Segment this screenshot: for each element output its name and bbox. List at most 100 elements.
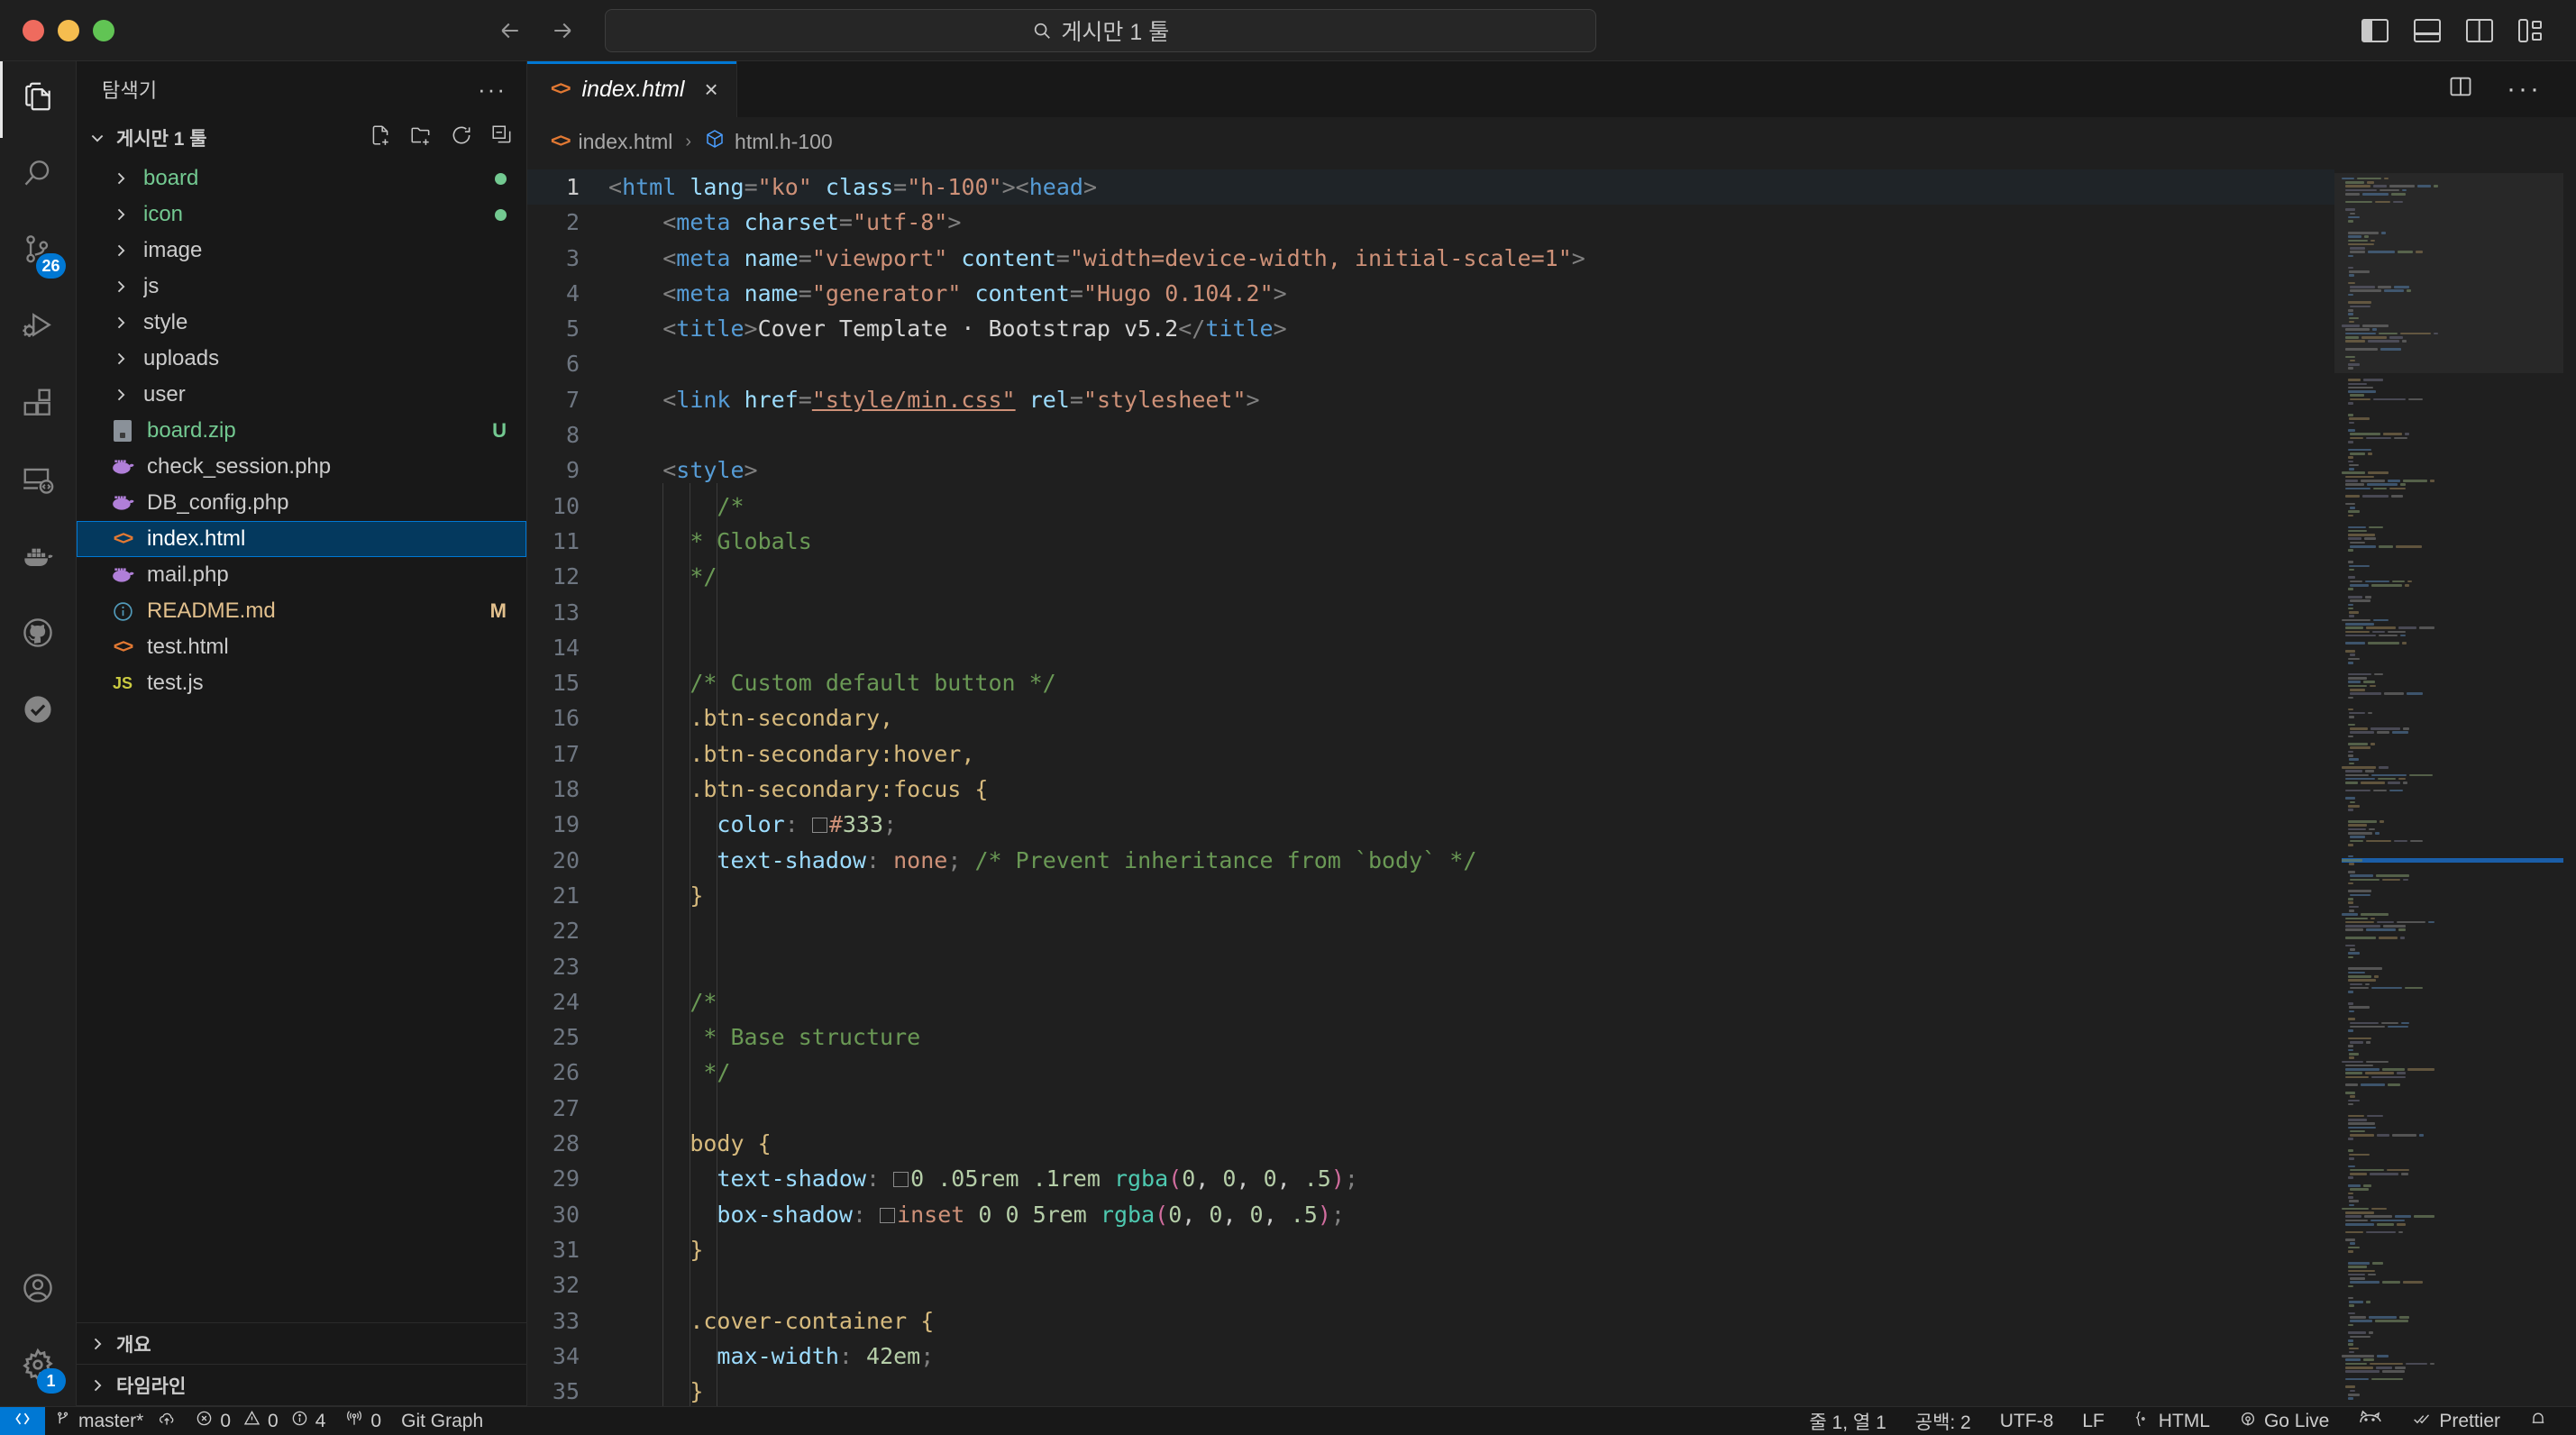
activity-bar-item-remote-explorer[interactable] bbox=[0, 444, 77, 521]
tree-item-icon[interactable]: icon bbox=[77, 197, 526, 233]
tree-item-js[interactable]: js bbox=[77, 269, 526, 305]
tree-item-readme-md[interactable]: README.md M bbox=[77, 593, 526, 629]
activity-bar-item-search[interactable] bbox=[0, 138, 77, 215]
code-line[interactable]: 2 <meta charset="utf-8"> bbox=[527, 205, 2334, 240]
close-icon[interactable]: × bbox=[704, 76, 717, 104]
toggle-panel-icon[interactable] bbox=[2413, 18, 2441, 42]
tree-item-image[interactable]: image bbox=[77, 233, 526, 269]
code-line[interactable]: 14 bbox=[527, 624, 2334, 665]
code-line[interactable]: 25 * Base structure bbox=[527, 1014, 2334, 1055]
code-line[interactable]: 21 } bbox=[527, 872, 2334, 913]
code-line[interactable]: 1 <html lang="ko" class="h-100"><head> bbox=[527, 169, 2334, 206]
toggle-primary-sidebar-icon[interactable] bbox=[2361, 18, 2389, 42]
code-line[interactable]: 24 /* bbox=[527, 978, 2334, 1019]
tree-item-uploads[interactable]: uploads bbox=[77, 341, 526, 377]
activity-bar-item-docker[interactable] bbox=[0, 521, 77, 598]
activity-bar-item-testing[interactable] bbox=[0, 674, 77, 751]
tree-item-board-zip[interactable]: board.zip U bbox=[77, 413, 526, 449]
toggle-secondary-sidebar-icon[interactable] bbox=[2465, 18, 2493, 42]
collapse-all-icon[interactable] bbox=[490, 123, 514, 152]
tree-item-board[interactable]: board bbox=[77, 160, 526, 197]
code-line[interactable]: 16 .btn-secondary, bbox=[527, 695, 2334, 736]
status-go-live[interactable]: Go Live bbox=[2224, 1407, 2343, 1435]
code-line[interactable]: 34 max-width: 42em; bbox=[527, 1332, 2334, 1374]
activity-bar-item-accounts[interactable] bbox=[0, 1253, 77, 1330]
customize-layout-icon[interactable] bbox=[2517, 18, 2542, 42]
status-language-mode[interactable]: HTML bbox=[2119, 1407, 2224, 1435]
activity-bar-item-source-control[interactable]: 26 bbox=[0, 215, 77, 291]
tree-item-db-config-php[interactable]: DB_config.php bbox=[77, 485, 526, 521]
split-editor-icon[interactable] bbox=[2447, 74, 2474, 105]
status-git-graph[interactable]: Git Graph bbox=[391, 1407, 493, 1435]
refresh-icon[interactable] bbox=[450, 123, 473, 152]
editor-minimap[interactable] bbox=[2334, 166, 2576, 1406]
sidebar-more-actions[interactable]: ··· bbox=[478, 78, 507, 101]
status-notifications[interactable] bbox=[2515, 1407, 2562, 1435]
explorer-folder-section-header[interactable]: 게시만 1 툴 bbox=[77, 117, 526, 159]
code-line[interactable]: 29 text-shadow: 0 .05rem .1rem rgba(0, 0… bbox=[527, 1156, 2334, 1196]
code-line[interactable]: 31 } bbox=[527, 1226, 2334, 1267]
new-folder-icon[interactable] bbox=[409, 123, 433, 152]
maximize-window-button[interactable] bbox=[93, 19, 114, 41]
code-line[interactable]: 5 <title>Cover Template · Bootstrap v5.2… bbox=[527, 311, 2334, 346]
code-line[interactable]: 28 body { bbox=[527, 1120, 2334, 1161]
code-line[interactable]: 26 */ bbox=[527, 1049, 2334, 1090]
code-line[interactable]: 22 bbox=[527, 908, 2334, 948]
outline-section-header[interactable]: 개요 bbox=[77, 1323, 526, 1365]
go-back-icon[interactable] bbox=[497, 17, 524, 44]
status-encoding[interactable]: UTF-8 bbox=[1986, 1407, 2069, 1435]
timeline-section-header[interactable]: 타임라인 bbox=[77, 1365, 526, 1406]
code-line[interactable]: 6 bbox=[527, 346, 2334, 381]
tree-item-style[interactable]: style bbox=[77, 305, 526, 341]
code-line[interactable]: 11 * Globals bbox=[527, 517, 2334, 559]
close-window-button[interactable] bbox=[23, 19, 44, 41]
code-line[interactable]: 17 .btn-secondary:hover, bbox=[527, 730, 2334, 772]
tree-item-check-session-php[interactable]: check_session.php bbox=[77, 449, 526, 485]
status-cat[interactable] bbox=[2343, 1407, 2398, 1435]
activity-bar-item-manage-settings[interactable]: 1 bbox=[0, 1330, 77, 1406]
status-branch[interactable]: master* bbox=[45, 1407, 186, 1435]
code-line[interactable]: 8 bbox=[527, 417, 2334, 452]
code-line[interactable]: 3 <meta name="viewport" content="width=d… bbox=[527, 241, 2334, 276]
code-line[interactable]: 12 */ bbox=[527, 553, 2334, 594]
status-ports[interactable]: 0 bbox=[335, 1407, 391, 1435]
tree-item-test-html[interactable]: <> test.html bbox=[77, 629, 526, 665]
tab-index-html[interactable]: <> index.html × bbox=[527, 61, 737, 117]
activity-bar-item-explorer[interactable] bbox=[0, 61, 77, 138]
status-prettier[interactable]: Prettier bbox=[2398, 1407, 2515, 1435]
code-line[interactable]: 20 text-shadow: none; /* Prevent inherit… bbox=[527, 836, 2334, 878]
activity-bar-item-github[interactable] bbox=[0, 598, 77, 674]
code-line[interactable]: 30 box-shadow: inset 0 0 5rem rgba(0, 0,… bbox=[527, 1191, 2334, 1232]
code-line[interactable]: 13 bbox=[527, 589, 2334, 630]
status-indentation[interactable]: 공백: 2 bbox=[1901, 1407, 1986, 1435]
activity-bar-item-extensions[interactable] bbox=[0, 368, 77, 444]
tree-item-index-html[interactable]: <> index.html bbox=[77, 521, 526, 557]
code-editor[interactable]: 1 <html lang="ko" class="h-100"><head> 2 <… bbox=[527, 166, 2334, 1406]
go-forward-icon[interactable] bbox=[549, 17, 576, 44]
status-eol[interactable]: LF bbox=[2068, 1407, 2119, 1435]
code-line[interactable]: 4 <meta name="generator" content="Hugo 0… bbox=[527, 276, 2334, 311]
status-problems[interactable]: 0 0 4 bbox=[186, 1407, 335, 1435]
tree-item-test-js[interactable]: JS test.js bbox=[77, 665, 526, 701]
breadcrumb-item-file[interactable]: <> index.html bbox=[551, 130, 672, 154]
code-line[interactable]: 33 .cover-container { bbox=[527, 1297, 2334, 1339]
code-line[interactable]: 15 /* Custom default button */ bbox=[527, 660, 2334, 700]
code-line[interactable]: 27 bbox=[527, 1084, 2334, 1126]
new-file-icon[interactable] bbox=[369, 123, 392, 152]
code-line[interactable]: 18 .btn-secondary:focus { bbox=[527, 766, 2334, 807]
tree-item-user[interactable]: user bbox=[77, 377, 526, 413]
command-center-search[interactable]: 게시만 1 툴 bbox=[605, 8, 1597, 52]
code-line[interactable]: 23 bbox=[527, 943, 2334, 984]
minimize-window-button[interactable] bbox=[58, 19, 79, 41]
code-line[interactable]: 32 bbox=[527, 1262, 2334, 1302]
status-remote-indicator[interactable] bbox=[0, 1406, 45, 1435]
code-line[interactable]: 19 color: #333; bbox=[527, 801, 2334, 842]
code-line[interactable]: 9 <style> bbox=[527, 452, 2334, 488]
code-line[interactable]: 35 } bbox=[527, 1368, 2334, 1406]
status-cursor-position[interactable]: 줄 1, 열 1 bbox=[1795, 1407, 1900, 1435]
editor-more-actions[interactable]: ··· bbox=[2507, 76, 2542, 103]
activity-bar-item-run-and-debug[interactable] bbox=[0, 291, 77, 368]
tree-item-mail-php[interactable]: mail.php bbox=[77, 557, 526, 593]
code-line[interactable]: 10 /* bbox=[527, 482, 2334, 524]
code-line[interactable]: 7 <link href="style/min.css" rel="styles… bbox=[527, 382, 2334, 417]
